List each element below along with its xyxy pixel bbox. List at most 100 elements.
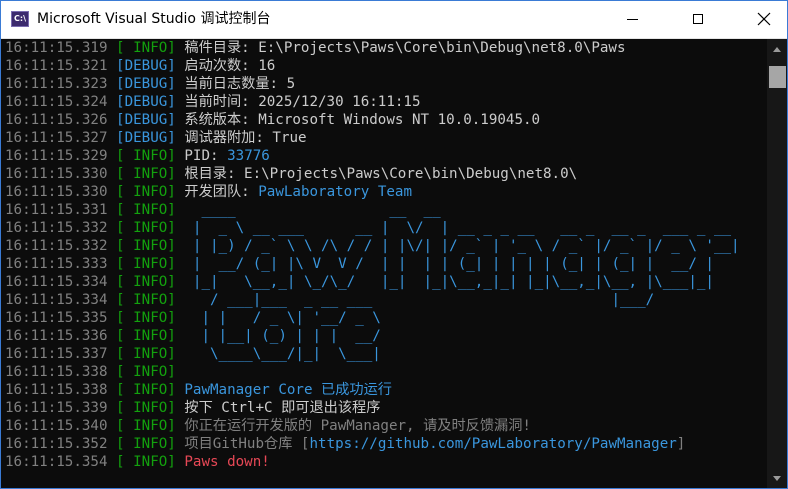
log-level: [ INFO]: [116, 148, 176, 164]
scrollbar-thumb[interactable]: [769, 66, 786, 88]
log-level: [ INFO]: [116, 436, 176, 452]
console-app-icon[interactable]: C:\: [11, 11, 29, 27]
log-timestamp: 16:11:15.333: [5, 256, 108, 272]
log-message-part: PawLaboratory Team: [258, 184, 412, 200]
log-message-part: 33776: [227, 148, 270, 164]
log-level: [ INFO]: [116, 454, 176, 470]
log-timestamp: 16:11:15.354: [5, 454, 108, 470]
log-message-part: https://github.com/PawLaboratory/PawMana…: [309, 436, 677, 452]
log-timestamp: 16:11:15.338: [5, 382, 108, 398]
log-timestamp: 16:11:15.334: [5, 292, 108, 308]
log-timestamp: 16:11:15.352: [5, 436, 108, 452]
log-timestamp: 16:11:15.319: [5, 40, 108, 56]
maximize-button[interactable]: [675, 1, 721, 38]
log-timestamp: 16:11:15.340: [5, 418, 108, 434]
log-message: 系统版本: Microsoft Windows NT 10.0.19045.0: [184, 112, 541, 128]
log-timestamp: 16:11:15.334: [5, 274, 108, 290]
log-level: [ INFO]: [116, 292, 176, 308]
log-timestamp: 16:11:15.335: [5, 310, 108, 326]
log-message-part: 项目GitHub仓库 [: [184, 436, 310, 452]
window-title: Microsoft Visual Studio 调试控制台: [37, 11, 271, 27]
scroll-down-button[interactable]: [767, 468, 787, 488]
ascii-banner-line: | | / _ \| '__/ _ \: [184, 310, 381, 326]
log-timestamp: 16:11:15.330: [5, 166, 108, 182]
log-line: 16:11:15.354 [ INFO] Paws down!: [1, 453, 767, 471]
log-line: 16:11:15.329 [ INFO] PID: 33776: [1, 147, 767, 165]
log-level: [ INFO]: [116, 274, 176, 290]
log-level: [DEBUG]: [116, 58, 176, 74]
log-level: [ INFO]: [116, 346, 176, 362]
log-line: 16:11:15.333 [ INFO] | __/ (_| |\ V V / …: [1, 255, 767, 273]
ascii-banner-line: | _ \ __ ___ __ | \/ | __ _ _ __ __ _ __…: [184, 220, 732, 236]
log-level: [DEBUG]: [116, 112, 176, 128]
log-line: 16:11:15.323 [DEBUG] 当前日志数量: 5: [1, 75, 767, 93]
scroll-up-button[interactable]: [767, 39, 787, 60]
log-timestamp: 16:11:15.337: [5, 346, 108, 362]
log-line: 16:11:15.321 [DEBUG] 启动次数: 16: [1, 57, 767, 75]
log-level: [ INFO]: [116, 184, 176, 200]
log-line: 16:11:15.335 [ INFO] | | / _ \| '__/ _ \: [1, 309, 767, 327]
ascii-banner-line: \____\___/|_| \___|: [184, 346, 381, 362]
ascii-banner-line: | |__| (_) | | | __/: [184, 328, 381, 344]
log-timestamp: 16:11:15.323: [5, 76, 108, 92]
close-icon: [757, 12, 771, 26]
log-level: [ INFO]: [116, 328, 176, 344]
log-message-part: ]: [676, 436, 686, 452]
log-line: 16:11:15.319 [ INFO] 稿件目录: E:\Projects\P…: [1, 39, 767, 57]
log-line: 16:11:15.334 [ INFO] / ___|___ _ __ ___ …: [1, 291, 767, 309]
log-line: 16:11:15.332 [ INFO] | _ \ __ ___ __ | \…: [1, 219, 767, 237]
log-timestamp: 16:11:15.331: [5, 202, 108, 218]
ascii-banner-line: | |_) / _` \ \ /\ / / | |\/| |/ _` | '_ …: [184, 238, 740, 254]
log-message-part: 开发团队:: [184, 184, 259, 200]
log-timestamp: 16:11:15.339: [5, 400, 108, 416]
log-timestamp: 16:11:15.330: [5, 184, 108, 200]
log-line: 16:11:15.326 [DEBUG] 系统版本: Microsoft Win…: [1, 111, 767, 129]
log-timestamp: 16:11:15.329: [5, 148, 108, 164]
maximize-icon: [693, 14, 703, 24]
log-line: 16:11:15.332 [ INFO] | |_) / _` \ \ /\ /…: [1, 237, 767, 255]
log-message: Paws down!: [184, 454, 270, 470]
log-level: [DEBUG]: [116, 130, 176, 146]
log-level: [ INFO]: [116, 310, 176, 326]
ascii-banner-line: / ___|___ _ __ ___ |___/: [184, 292, 655, 308]
log-line: 16:11:15.336 [ INFO] | |__| (_) | | | __…: [1, 327, 767, 345]
close-button[interactable]: [741, 1, 787, 38]
log-line: 16:11:15.340 [ INFO] 你正在运行开发版的 PawManage…: [1, 417, 767, 435]
log-level: [DEBUG]: [116, 94, 176, 110]
log-timestamp: 16:11:15.336: [5, 328, 108, 344]
log-timestamp: 16:11:15.338: [5, 364, 108, 380]
log-level: [ INFO]: [116, 202, 176, 218]
log-message: 调试器附加: True: [184, 130, 307, 146]
log-timestamp: 16:11:15.326: [5, 112, 108, 128]
log-line: 16:11:15.324 [DEBUG] 当前时间: 2025/12/30 16…: [1, 93, 767, 111]
log-level: [ INFO]: [116, 238, 176, 254]
log-line: 16:11:15.339 [ INFO] 按下 Ctrl+C 即可退出该程序: [1, 399, 767, 417]
log-level: [DEBUG]: [116, 76, 176, 92]
ascii-banner-line: | __/ (_| |\ V V / | | | | (_| | | | | (…: [184, 256, 714, 272]
log-line: 16:11:15.334 [ INFO] |_| \__,_| \_/\_/ |…: [1, 273, 767, 291]
log-level: [ INFO]: [116, 220, 176, 236]
log-line: 16:11:15.337 [ INFO] \____\___/|_| \___|: [1, 345, 767, 363]
log-line: 16:11:15.330 [ INFO] 根目录: E:\Projects\Pa…: [1, 165, 767, 183]
log-timestamp: 16:11:15.332: [5, 238, 108, 254]
log-message: 当前时间: 2025/12/30 16:11:15: [184, 94, 421, 110]
title-bar[interactable]: C:\ Microsoft Visual Studio 调试控制台: [1, 1, 787, 39]
log-line: 16:11:15.338 [ INFO]: [1, 363, 767, 381]
minimize-button[interactable]: [609, 1, 655, 38]
log-message: 你正在运行开发版的 PawManager, 请及时反馈漏洞!: [184, 418, 531, 434]
log-line: 16:11:15.330 [ INFO] 开发团队: PawLaboratory…: [1, 183, 767, 201]
log-level: [ INFO]: [116, 166, 176, 182]
log-timestamp: 16:11:15.321: [5, 58, 108, 74]
vertical-scrollbar[interactable]: [767, 39, 787, 488]
log-level: [ INFO]: [116, 256, 176, 272]
console-output[interactable]: 16:11:15.319 [ INFO] 稿件目录: E:\Projects\P…: [1, 39, 767, 488]
log-message: 根目录: E:\Projects\Paws\Core\bin\Debug\net…: [184, 166, 578, 182]
log-message: 稿件目录: E:\Projects\Paws\Core\bin\Debug\ne…: [184, 40, 626, 56]
ascii-banner-line: |_| \__,_| \_/\_/ |_| |_|\__,_|_| |_|\__…: [184, 274, 714, 290]
log-timestamp: 16:11:15.327: [5, 130, 108, 146]
log-message-part: PID:: [184, 148, 228, 164]
ascii-banner-line: ____ __ __: [184, 202, 441, 218]
log-message: 启动次数: 16: [184, 58, 276, 74]
log-timestamp: 16:11:15.332: [5, 220, 108, 236]
log-message: 按下 Ctrl+C 即可退出该程序: [184, 400, 381, 416]
